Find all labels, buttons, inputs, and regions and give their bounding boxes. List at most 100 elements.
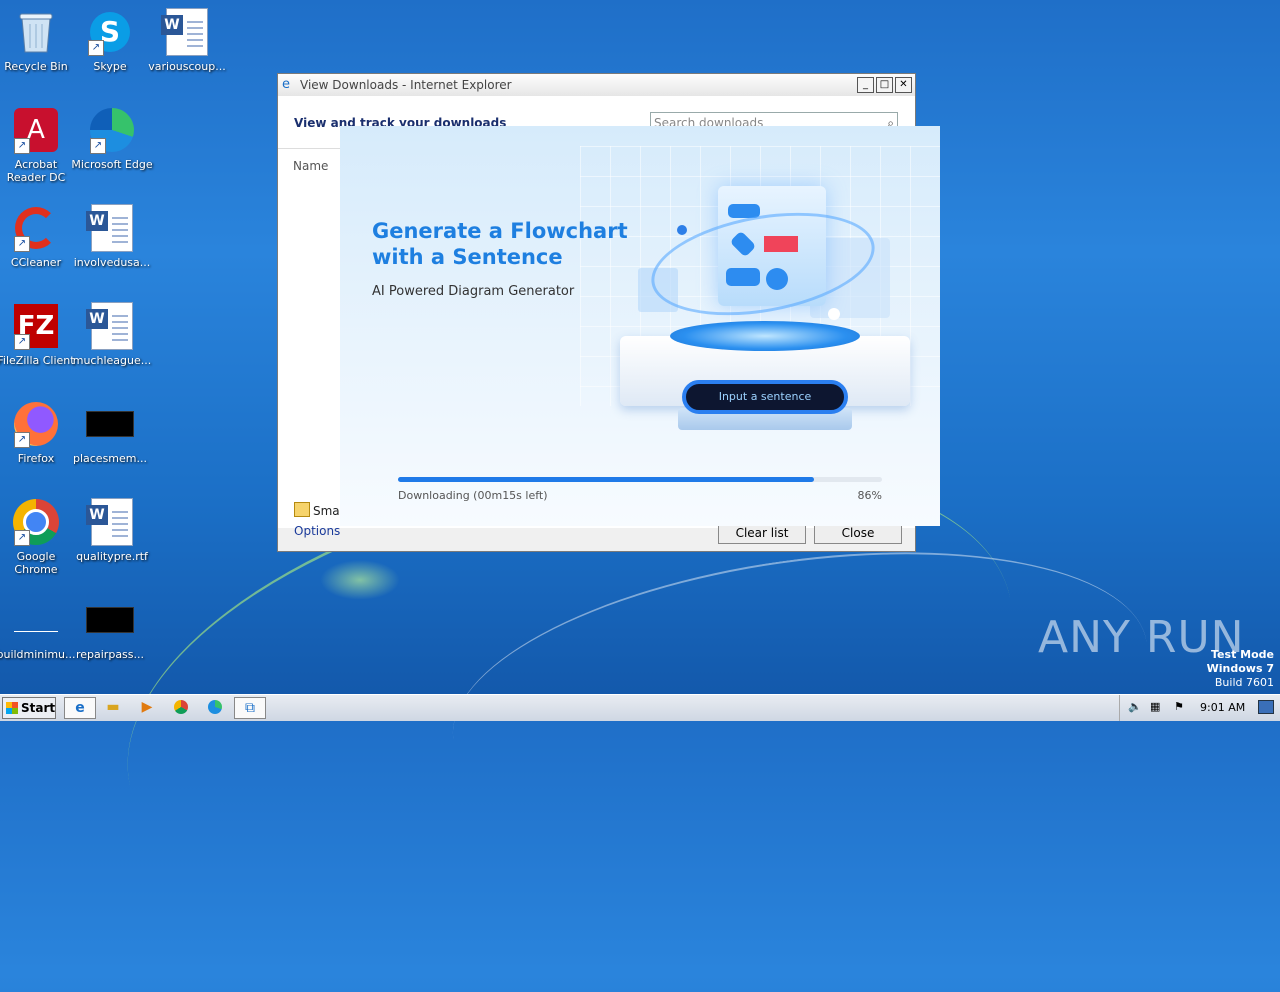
filezilla-icon: FZ ↗ (12, 302, 60, 350)
desktop-icon-label: Skype (93, 60, 127, 73)
test-mode-line-2: Windows 7 (1206, 662, 1274, 675)
desktop-icon-involvedusa[interactable]: involvedusa... (71, 204, 153, 269)
download-percent: 86% (857, 489, 882, 502)
desktop-icon-label: repairpass... (75, 648, 145, 661)
action-center-flag-icon[interactable]: ⚑ (1174, 700, 1184, 713)
desktop-icon-acrobat[interactable]: A ↗ Acrobat Reader DC (0, 106, 77, 184)
shortcut-arrow-icon: ↗ (14, 138, 30, 154)
recycle-bin-icon (12, 8, 60, 56)
file-thumbnail-icon (86, 596, 134, 644)
desktop-icon-label: variouscoup... (148, 60, 226, 73)
desktop-icon-label: FileZilla Client (0, 354, 75, 367)
desktop-icon-ccleaner[interactable]: ↗ CCleaner (0, 204, 77, 269)
headline-line-1: Generate a Flowchart (372, 219, 628, 243)
word-document-icon (86, 498, 136, 546)
chrome-icon: ↗ (12, 498, 60, 546)
volume-icon[interactable]: 🔈 (1128, 700, 1142, 713)
desktop-icon-label: qualitypre.rtf (76, 550, 148, 563)
installer-subline: AI Powered Diagram Generator (372, 284, 575, 299)
taskbar: Start e ▬ ▶ ⧉ 🔈 ▦ ⚑ 9:01 AM (0, 694, 1280, 721)
desktop-icon-label: Firefox (17, 452, 55, 465)
skype-icon: S ↗ (86, 8, 134, 56)
shortcut-arrow-icon: ↗ (14, 334, 30, 350)
firefox-icon: ↗ (12, 400, 60, 448)
installer-icon: ⧉ (245, 700, 255, 716)
taskbar-explorer[interactable]: ▬ (98, 697, 128, 717)
test-mode-line-3: Build 7601 (1214, 676, 1274, 689)
internet-explorer-icon: e (75, 700, 85, 716)
desktop-icon-label: Acrobat Reader DC (6, 158, 66, 184)
shortcut-arrow-icon: ↗ (90, 138, 106, 154)
edge-icon (208, 700, 222, 714)
file-thumbnail-icon (12, 596, 60, 644)
media-player-icon: ▶ (141, 699, 153, 715)
desktop-icon-firefox[interactable]: ↗ Firefox (0, 400, 77, 465)
decorative-dot (828, 308, 840, 320)
options-link[interactable]: Options (294, 524, 340, 538)
desktop-icon-repairpass[interactable]: repairpass... (69, 596, 151, 661)
desktop-icon-label: Recycle Bin (4, 60, 68, 73)
desktop-icon-placesmem[interactable]: placesmem... (69, 400, 151, 465)
folder-icon: ▬ (106, 699, 120, 715)
close-window-button[interactable]: ✕ (895, 77, 912, 93)
word-document-icon (86, 302, 136, 350)
show-desktop-icon[interactable] (1258, 700, 1274, 714)
download-progress-bar (398, 477, 882, 482)
file-thumbnail-icon (86, 400, 134, 448)
decorative-dot (677, 225, 687, 235)
chrome-icon (174, 700, 188, 714)
desktop-icon-label: muchleague... (72, 354, 152, 367)
shortcut-arrow-icon: ↗ (14, 236, 30, 252)
installer-splash: Generate a Flowchart with a Sentence AI … (340, 126, 940, 526)
desktop-icon-label: involvedusa... (73, 256, 151, 269)
desktop-icon-recycle-bin[interactable]: Recycle Bin (0, 8, 77, 73)
desktop-icon-skype[interactable]: S ↗ Skype (69, 8, 151, 73)
desktop-icon-label: Google Chrome (14, 550, 58, 576)
network-icon[interactable]: ▦ (1150, 700, 1160, 713)
desktop-icon-muchleague[interactable]: muchleague... (71, 302, 153, 367)
shortcut-arrow-icon: ↗ (14, 432, 30, 448)
desktop-icon-qualitypre[interactable]: qualitypre.rtf (71, 498, 153, 563)
edge-icon: ↗ (88, 106, 136, 154)
window-titlebar[interactable]: e View Downloads - Internet Explorer (278, 74, 915, 96)
taskbar-edge[interactable] (200, 697, 230, 717)
system-tray: 🔈 ▦ ⚑ 9:01 AM (1119, 695, 1280, 721)
input-sentence-pill: Input a sentence (682, 380, 848, 414)
taskbar-chrome[interactable] (166, 697, 196, 717)
download-progress-fill (398, 477, 815, 482)
desktop-icon-variouscoup[interactable]: variouscoup... (146, 8, 228, 73)
desktop-icon-label: CCleaner (10, 256, 62, 269)
smartscreen-status[interactable]: Smar (294, 502, 345, 518)
ccleaner-icon: ↗ (12, 204, 60, 252)
download-status: Downloading (00m15s left) (398, 489, 548, 502)
shortcut-arrow-icon: ↗ (88, 40, 104, 56)
window-controls: _ □ ✕ (857, 77, 912, 93)
shortcut-arrow-icon: ↗ (14, 530, 30, 546)
desktop-icon-label: placesmem... (72, 452, 147, 465)
headline-line-2: with a Sentence (372, 245, 563, 269)
taskbar-media-player[interactable]: ▶ (132, 697, 162, 717)
taskbar-installer[interactable]: ⧉ (234, 697, 266, 719)
installer-headline: Generate a Flowchart with a Sentence (372, 218, 628, 270)
desktop-icon-filezilla[interactable]: FZ ↗ FileZilla Client (0, 302, 77, 367)
acrobat-icon: A ↗ (12, 106, 60, 154)
desktop-icon-edge[interactable]: ↗ Microsoft Edge (71, 106, 153, 171)
desktop-icon-label: Microsoft Edge (71, 158, 153, 171)
smartscreen-shield-icon (294, 502, 310, 517)
desktop-icon-label: buildminimu... (0, 648, 76, 661)
start-button[interactable]: Start (2, 697, 56, 719)
maximize-button[interactable]: □ (876, 77, 893, 93)
minimize-button[interactable]: _ (857, 77, 874, 93)
wallpaper-glow (320, 560, 400, 600)
window-title: View Downloads - Internet Explorer (300, 78, 512, 92)
illustration-pedestal-glow (670, 321, 860, 351)
test-mode-notice: Test Mode Windows 7 Build 7601 (1207, 648, 1274, 690)
clock[interactable]: 9:01 AM (1200, 701, 1245, 714)
column-name[interactable]: Name (293, 159, 328, 173)
desktop-icon-chrome[interactable]: ↗ Google Chrome (0, 498, 77, 576)
taskbar-internet-explorer[interactable]: e (64, 697, 96, 719)
word-document-icon (161, 8, 211, 56)
desktop-icon-buildminimu[interactable]: buildminimu... (0, 596, 77, 661)
internet-explorer-icon: e (282, 77, 290, 92)
word-document-icon (86, 204, 136, 252)
